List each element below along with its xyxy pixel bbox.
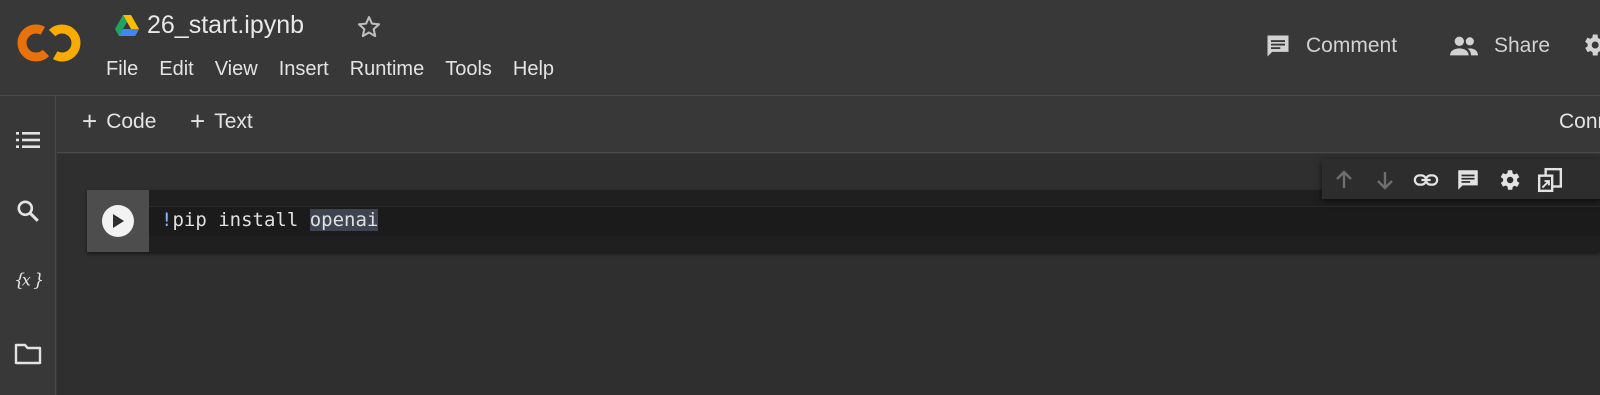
variables-icon[interactable]: { x } [14,266,42,294]
share-label: Share [1494,34,1551,57]
menu-help[interactable]: Help [513,58,554,81]
code-cell[interactable]: !pip install openai [87,190,1600,252]
menu-tools[interactable]: Tools [445,58,492,81]
google-drive-icon[interactable] [114,14,140,38]
people-icon [1450,36,1478,56]
menu-view[interactable]: View [215,58,258,81]
plus-icon: + [82,105,98,136]
code-line: !pip install openai [161,209,379,231]
share-button[interactable]: Share [1448,30,1550,62]
link-icon[interactable] [1413,167,1439,193]
run-cell-button[interactable] [102,205,134,237]
add-code-label: Code [106,110,157,133]
star-icon[interactable] [355,13,383,41]
add-text-label: Text [214,110,253,133]
files-folder-icon[interactable] [14,340,42,368]
plus-icon: + [190,105,206,136]
code-text: pip install [172,209,310,231]
menu-insert[interactable]: Insert [279,58,329,81]
code-editor[interactable]: !pip install openai [149,206,1600,236]
code-shell-bang: ! [161,209,173,231]
settings-gear-icon[interactable] [1580,31,1600,59]
mirror-cell-icon[interactable] [1537,167,1563,193]
left-sidebar: { x } [0,96,56,395]
top-header: 26_start.ipynb File Edit View Insert Run… [0,0,1600,96]
connect-button[interactable]: Connect [1559,110,1600,134]
play-icon [113,214,124,228]
search-icon[interactable] [14,197,42,225]
menu-file[interactable]: File [106,58,138,81]
cell-settings-gear-icon[interactable] [1496,167,1522,193]
comment-cell-icon[interactable] [1455,167,1481,193]
menu-bar: File Edit View Insert Runtime Tools Help [106,58,575,81]
comment-label: Comment [1306,34,1398,57]
comment-icon [1267,35,1289,57]
move-down-icon[interactable] [1372,167,1398,193]
run-cell-area [87,190,149,252]
move-up-icon[interactable] [1331,167,1357,193]
menu-edit[interactable]: Edit [159,58,193,81]
notebook-filename[interactable]: 26_start.ipynb [147,11,304,40]
add-text-cell-button[interactable]: + Text [190,105,253,136]
svg-text:x: x [22,270,31,289]
notebook-toolbar: + Code + Text Connect [57,96,1600,153]
code-highlight: openai [309,209,379,231]
colab-logo[interactable] [14,20,84,66]
add-code-cell-button[interactable]: + Code [82,105,157,136]
menu-runtime[interactable]: Runtime [350,58,424,81]
cell-toolbar [1322,159,1600,199]
comment-button[interactable]: Comment [1264,30,1397,62]
svg-text:}: } [33,271,42,291]
toc-icon[interactable] [14,126,42,154]
